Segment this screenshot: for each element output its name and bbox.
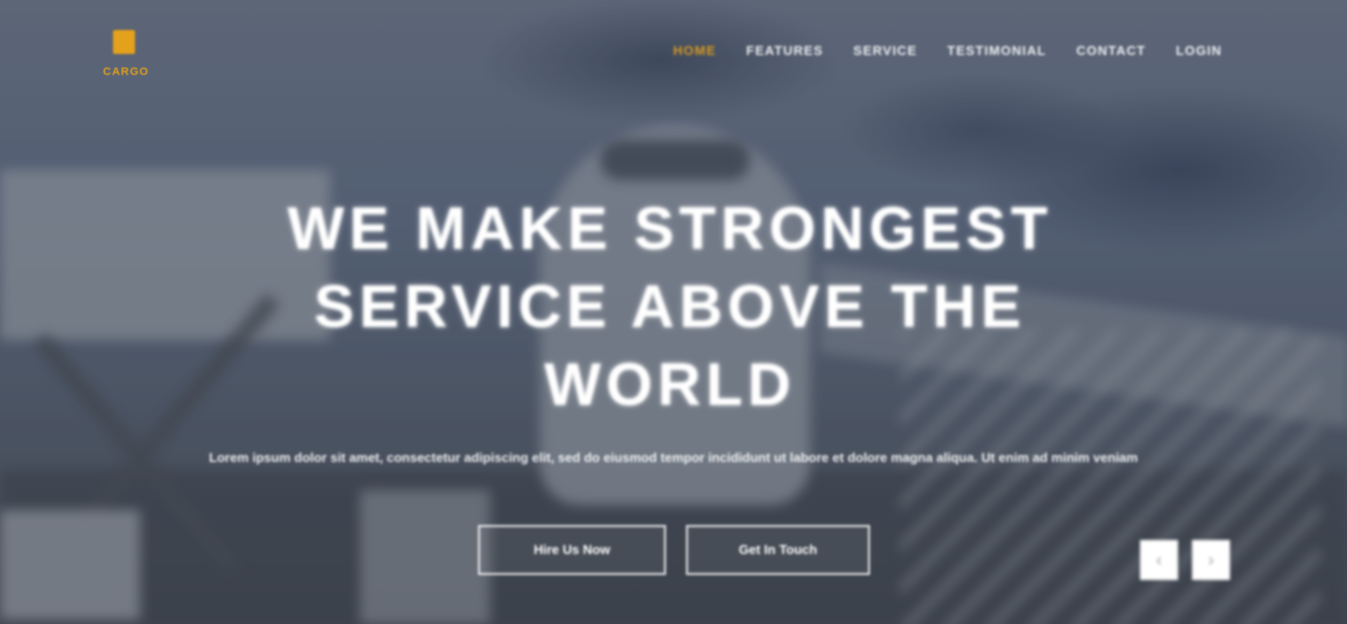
get-in-touch-button[interactable]: Get In Touch <box>686 525 870 575</box>
hire-us-button[interactable]: Hire Us Now <box>478 525 666 575</box>
brand-logo[interactable]: CARGO <box>103 30 175 82</box>
chevron-right-icon: › <box>1208 550 1214 570</box>
slider-next-button[interactable]: › <box>1192 540 1230 580</box>
hero-headline: WE MAKE STRONGEST SERVICE ABOVE THE WORL… <box>260 190 1080 424</box>
nav-item-service[interactable]: SERVICE <box>838 40 932 62</box>
hero-headline-line: SERVICE ABOVE THE <box>314 273 1026 340</box>
slider-prev-button[interactable]: ‹ <box>1140 540 1178 580</box>
brand-name: CARGO <box>103 66 149 78</box>
chevron-left-icon: ‹ <box>1156 550 1162 570</box>
nav-item-features[interactable]: FEATURES <box>731 40 838 62</box>
nav-item-contact[interactable]: CONTACT <box>1061 40 1161 62</box>
brand-logo-icon <box>113 30 135 54</box>
nav-item-testimonial[interactable]: TESTIMONIAL <box>932 40 1061 62</box>
hero-subtext: Lorem ipsum dolor sit amet, consectetur … <box>209 450 1138 465</box>
hero-headline-line: WE MAKE STRONGEST <box>287 195 1053 262</box>
main-nav: HOME FEATURES SERVICE TESTIMONIAL CONTAC… <box>658 40 1237 62</box>
hero-headline-line: WORLD <box>544 351 796 418</box>
nav-item-home[interactable]: HOME <box>658 40 731 62</box>
nav-item-login[interactable]: LOGIN <box>1161 40 1237 62</box>
